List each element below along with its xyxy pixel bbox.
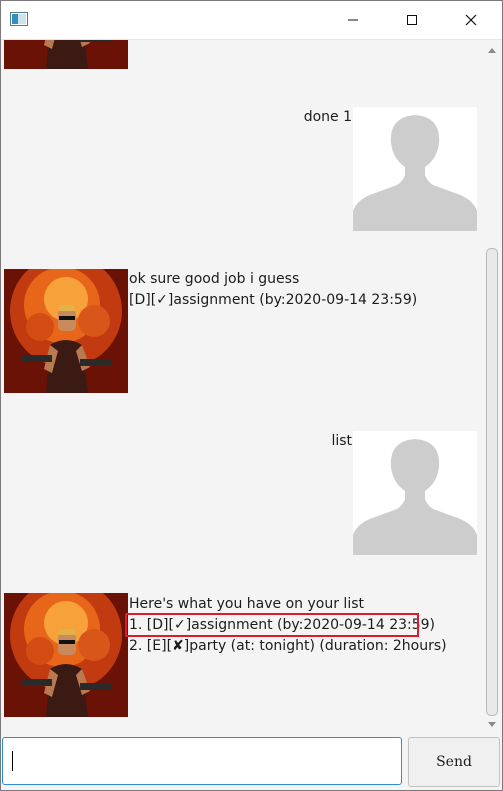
bot-avatar — [4, 40, 128, 69]
message-input[interactable] — [2, 737, 402, 785]
scroll-down-icon[interactable] — [487, 721, 497, 729]
user-message: list — [331, 431, 352, 452]
close-button[interactable] — [448, 1, 494, 39]
user-avatar — [353, 431, 477, 555]
user-avatar — [353, 107, 477, 231]
scrollbar-thumb[interactable] — [486, 248, 498, 716]
message-line: ok sure good job i guess — [129, 271, 300, 287]
highlight-box — [125, 613, 419, 637]
message-line: [D][✓]assignment (by:2020-09-14 23:59) — [129, 292, 418, 308]
dialog-scroll-pane[interactable]: done 1 ok sure good job i guess [D][✓]as… — [1, 40, 502, 735]
send-button[interactable]: Send — [408, 737, 500, 787]
bot-avatar — [4, 593, 128, 717]
minimize-button[interactable] — [330, 1, 376, 39]
text-caret — [12, 751, 13, 771]
user-message: done 1 — [304, 107, 352, 128]
title-bar — [1, 1, 502, 40]
minimize-icon — [348, 19, 358, 21]
scroll-up-icon[interactable] — [487, 46, 497, 54]
bot-message: ok sure good job i guess [D][✓]assignmen… — [129, 269, 417, 311]
maximize-icon — [407, 15, 417, 25]
input-bar: Send — [1, 736, 502, 790]
message-line: 2. [E][✘]party (at: tonight) (duration: … — [129, 638, 447, 654]
message-line: list — [331, 433, 352, 449]
maximize-button[interactable] — [389, 1, 435, 39]
message-line: Here's what you have on your list — [129, 596, 364, 612]
bot-avatar — [4, 269, 128, 393]
vertical-scrollbar[interactable] — [483, 40, 501, 735]
message-line: done 1 — [303, 109, 352, 125]
close-icon — [465, 14, 477, 26]
java-app-icon — [10, 12, 28, 26]
chat-window: done 1 ok sure good job i guess [D][✓]as… — [0, 0, 503, 791]
